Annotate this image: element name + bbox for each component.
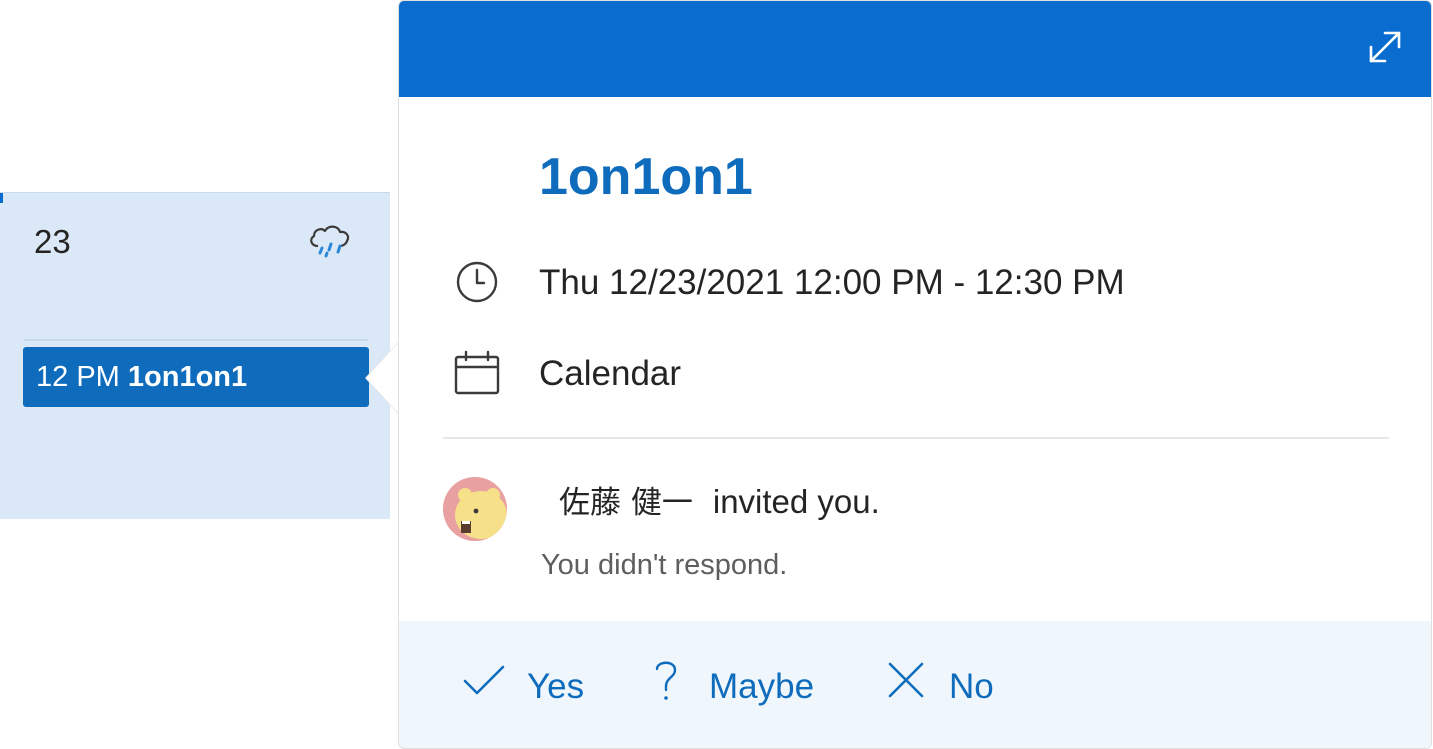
maybe-button[interactable]: Maybe <box>643 661 814 713</box>
checkmark-icon <box>461 657 527 718</box>
close-icon <box>883 657 949 718</box>
card-header <box>399 1 1431 97</box>
clock-icon <box>453 258 501 306</box>
organizer-avatar[interactable] <box>443 477 507 541</box>
maybe-label: Maybe <box>709 667 815 706</box>
calendar-icon <box>453 349 501 397</box>
response-bar: Yes Maybe No <box>399 621 1431 748</box>
no-button[interactable]: No <box>883 661 994 713</box>
calendar-view: 23 12 PM 1on1on1 1on1on1 Thu 12/23/2021 … <box>0 0 1433 749</box>
organizer-name[interactable]: 佐藤 健一 <box>559 485 693 521</box>
card-divider <box>443 437 1389 439</box>
event-chip-time: 12 PM <box>36 361 120 393</box>
yes-label: Yes <box>527 667 585 706</box>
callout-pointer <box>366 341 400 415</box>
invite-text: invited you. <box>712 483 880 520</box>
day-number: 23 <box>34 223 71 260</box>
event-chip[interactable]: 12 PM 1on1on1 <box>23 347 369 407</box>
event-peek-card: 1on1on1 Thu 12/23/2021 12:00 PM - 12:30 … <box>398 0 1432 749</box>
no-label: No <box>949 667 994 706</box>
response-status: You didn't respond. <box>541 549 788 581</box>
event-title: 1on1on1 <box>539 148 753 206</box>
invite-line: 佐藤 健一 invited you. <box>559 480 880 525</box>
day-divider <box>24 339 368 341</box>
yes-button[interactable]: Yes <box>461 661 584 713</box>
rain-cloud-icon <box>306 222 354 258</box>
expand-arrows-icon[interactable] <box>1363 25 1407 69</box>
event-chip-title: 1on1on1 <box>127 361 248 393</box>
event-time-range: Thu 12/23/2021 12:00 PM - 12:30 PM <box>539 263 1125 302</box>
calendar-name: Calendar <box>539 354 682 393</box>
day-cell-marker <box>0 193 3 203</box>
question-mark-icon <box>643 657 709 718</box>
